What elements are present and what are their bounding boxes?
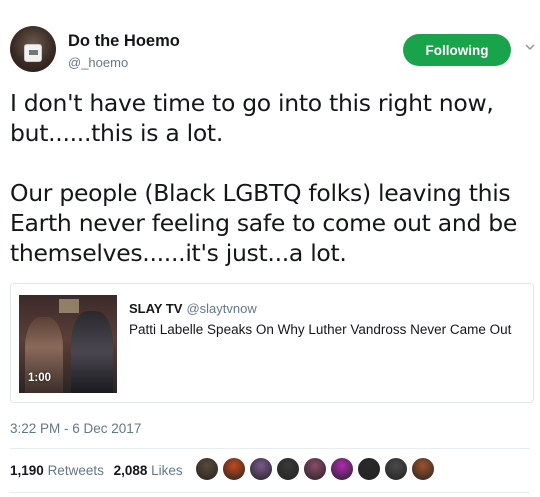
liker-avatar[interactable]: [249, 457, 273, 481]
like-label: Likes: [151, 463, 183, 478]
like-count-link[interactable]: 2,088 Likes: [114, 463, 183, 478]
tweet-text-line: I don't have time to go into this right …: [10, 89, 494, 117]
liker-avatar[interactable]: [222, 457, 246, 481]
divider: [10, 448, 530, 449]
retweet-label: Retweets: [47, 463, 104, 478]
tweet-text-line: but......this is a lot.: [10, 119, 223, 147]
card-title[interactable]: Patti Labelle Speaks On Why Luther Vandr…: [129, 322, 511, 337]
liker-avatar[interactable]: [195, 457, 219, 481]
tweet-text-line: Our people (Black LGBTQ folks) leaving t…: [10, 179, 511, 207]
author-display-name[interactable]: Do the Hoemo: [68, 32, 180, 51]
card-author-handle: @slaytvnow: [186, 301, 257, 316]
embedded-video-card[interactable]: 1:00 SLAY TV @slaytvnow Patti Labelle Spe…: [10, 283, 534, 403]
chevron-down-icon[interactable]: [524, 41, 536, 53]
following-button[interactable]: Following: [403, 34, 511, 66]
liker-avatar[interactable]: [411, 457, 435, 481]
tweet-text: I don't have time to go into this right …: [10, 88, 530, 268]
liker-avatar[interactable]: [276, 457, 300, 481]
retweet-count-link[interactable]: 1,190 Retweets: [10, 463, 104, 478]
author-avatar[interactable]: [10, 26, 56, 72]
liker-avatar[interactable]: [303, 457, 327, 481]
video-duration: 1:00: [28, 372, 52, 384]
author-handle[interactable]: @_hoemo: [68, 55, 128, 70]
tweet-text-line: Earth never feeling safe to come out and…: [10, 209, 518, 237]
tweet-header: Do the Hoemo @_hoemo Following: [10, 26, 535, 76]
like-count: 2,088: [113, 463, 148, 478]
card-author: SLAY TV @slaytvnow: [129, 301, 257, 316]
thumbnail-person: [71, 311, 113, 393]
liker-avatar[interactable]: [357, 457, 381, 481]
tweet-text-line: themselves......it's just...a lot.: [10, 239, 347, 267]
tweet-timestamp[interactable]: 3:22 PM - 6 Dec 2017: [10, 421, 141, 436]
retweet-count: 1,190: [10, 463, 44, 478]
liker-avatar[interactable]: [330, 457, 354, 481]
divider: [10, 492, 530, 493]
liker-avatar[interactable]: [384, 457, 408, 481]
thumbnail-light: [59, 299, 79, 313]
tweet-stats: 1,190 Retweets 2,088 Likes: [10, 463, 183, 478]
card-author-name: SLAY TV: [129, 301, 183, 316]
avatar-cup-image: [24, 44, 42, 62]
